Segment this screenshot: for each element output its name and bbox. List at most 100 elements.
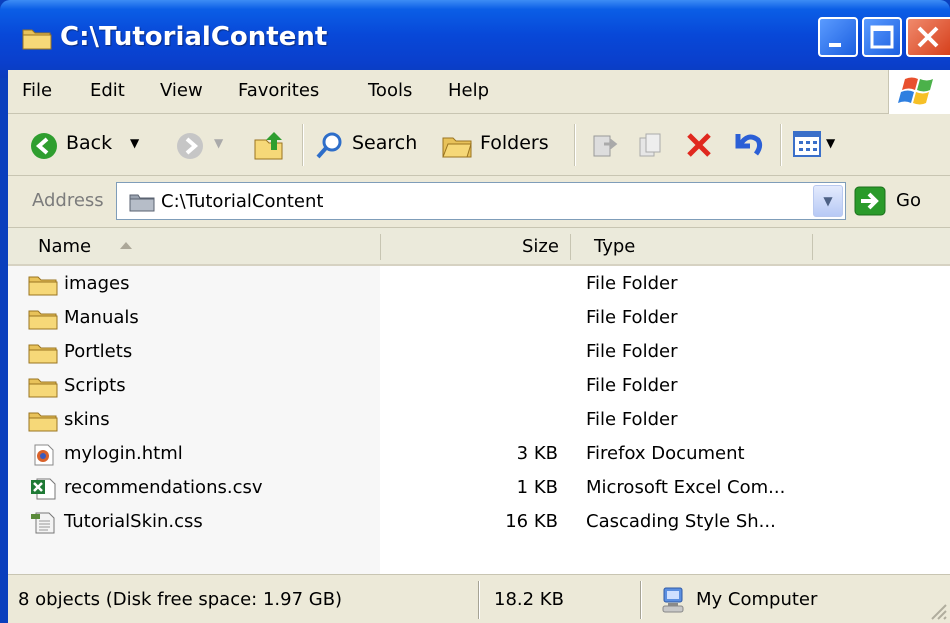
address-label: Address (32, 190, 104, 211)
file-name: TutorialSkin.css (64, 511, 203, 532)
search-label: Search (352, 132, 418, 154)
move-to-icon[interactable] (590, 130, 620, 160)
status-total-size: 18.2 KB (494, 589, 564, 610)
back-arrow-icon (31, 133, 57, 159)
column-divider[interactable] (812, 234, 813, 260)
delete-icon[interactable] (684, 130, 714, 160)
status-bar: 8 objects (Disk free space: 1.97 GB) 18.… (8, 574, 950, 623)
address-value: C:\TutorialContent (161, 191, 324, 212)
up-folder-icon[interactable] (252, 128, 286, 162)
file-name: Portlets (64, 341, 133, 362)
address-input[interactable]: C:\TutorialContent ▼ (116, 182, 846, 220)
file-row[interactable]: Portlets File Folder (8, 336, 950, 370)
column-header-type[interactable]: Type (594, 236, 635, 257)
menu-view[interactable]: View (160, 80, 203, 101)
go-arrow-icon[interactable] (854, 186, 886, 216)
close-icon (917, 26, 939, 48)
title-bar[interactable]: C:\TutorialContent (0, 0, 950, 78)
column-header-size[interactable]: Size (522, 236, 559, 257)
search-button[interactable]: Search (314, 124, 432, 166)
forward-arrow-icon (177, 133, 203, 159)
file-type: Cascading Style Sh... (586, 511, 776, 532)
folder-icon (22, 29, 52, 50)
file-type: Microsoft Excel Com... (586, 477, 786, 498)
menu-favorites[interactable]: Favorites (238, 80, 319, 101)
status-object-count: 8 objects (Disk free space: 1.97 GB) (18, 589, 343, 610)
file-name: Scripts (64, 375, 126, 396)
file-type: File Folder (586, 341, 678, 362)
sort-ascending-icon (120, 242, 132, 249)
folder-icon (28, 276, 58, 296)
close-button[interactable] (906, 17, 950, 57)
file-row[interactable]: recommendations.csv 1 KB Microsoft Excel… (8, 472, 950, 506)
folder-icon (28, 344, 58, 364)
file-type: File Folder (586, 273, 678, 294)
column-header-name[interactable]: Name (38, 236, 91, 257)
go-button[interactable]: Go (896, 190, 921, 211)
views-dropdown-icon: ▼ (826, 136, 836, 150)
column-divider[interactable] (380, 234, 381, 260)
menu-bar: File Edit View Favorites Tools Help (8, 70, 950, 114)
file-name: skins (64, 409, 110, 430)
explorer-window: C:\TutorialContent File Edit View Favori… (0, 0, 950, 623)
back-label: Back (66, 132, 113, 154)
folder-icon (129, 194, 155, 212)
toolbar-separator (574, 124, 576, 166)
views-button[interactable]: ▼ (792, 128, 844, 162)
file-name: recommendations.csv (64, 477, 263, 498)
file-row[interactable]: TutorialSkin.css 16 KB Cascading Style S… (8, 506, 950, 540)
folders-label: Folders (480, 132, 549, 154)
file-type: File Folder (586, 307, 678, 328)
file-row[interactable]: skins File Folder (8, 404, 950, 438)
file-list: Name Size Type images File Folder Manual… (8, 228, 950, 574)
file-size: 3 KB (516, 443, 558, 464)
menu-help[interactable]: Help (448, 80, 489, 101)
toolbar: Back ▼ ▼ Search Folders ▼ (8, 114, 950, 176)
chevron-down-icon: ▼ (823, 194, 833, 208)
folder-icon (28, 310, 58, 330)
file-size: 16 KB (505, 511, 558, 532)
resize-grip-icon[interactable] (926, 599, 948, 621)
back-button[interactable]: Back ▼ (30, 124, 170, 166)
address-bar: Address C:\TutorialContent ▼ Go (8, 176, 950, 228)
maximize-button[interactable] (862, 17, 902, 57)
menu-tools[interactable]: Tools (368, 80, 412, 101)
folders-icon (442, 137, 472, 158)
file-size: 1 KB (516, 477, 558, 498)
folder-icon (28, 412, 58, 432)
file-row[interactable]: Manuals File Folder (8, 302, 950, 336)
status-divider (478, 581, 480, 619)
file-row[interactable]: Scripts File Folder (8, 370, 950, 404)
minimize-button[interactable] (818, 17, 858, 57)
windows-flag-icon (898, 77, 933, 105)
forward-dropdown-icon[interactable]: ▼ (214, 136, 223, 150)
window-title: C:\TutorialContent (60, 22, 328, 52)
address-dropdown-button[interactable]: ▼ (813, 185, 843, 217)
folders-button[interactable]: Folders (442, 124, 560, 166)
file-type: File Folder (586, 375, 678, 396)
copy-to-icon[interactable] (636, 130, 666, 160)
menu-file[interactable]: File (22, 80, 52, 101)
back-dropdown-icon[interactable]: ▼ (130, 136, 139, 150)
file-name: mylogin.html (64, 443, 183, 464)
file-name: images (64, 273, 130, 294)
file-row[interactable]: mylogin.html 3 KB Firefox Document (8, 438, 950, 472)
file-type: File Folder (586, 409, 678, 430)
html-document-icon (34, 444, 54, 466)
menu-edit[interactable]: Edit (90, 80, 125, 101)
views-icon (793, 131, 821, 157)
search-icon (316, 132, 342, 159)
column-headers: Name Size Type (8, 228, 950, 266)
maximize-icon (870, 25, 894, 49)
excel-document-icon (31, 478, 56, 500)
status-divider (640, 581, 642, 619)
file-row[interactable]: images File Folder (8, 268, 950, 302)
toolbar-separator (780, 124, 782, 166)
file-type: Firefox Document (586, 443, 745, 464)
status-location: My Computer (696, 589, 818, 610)
css-document-icon (31, 512, 55, 534)
undo-icon[interactable] (730, 128, 764, 160)
column-divider[interactable] (570, 234, 571, 260)
forward-button[interactable]: ▼ (176, 124, 234, 166)
my-computer-icon (662, 587, 684, 613)
